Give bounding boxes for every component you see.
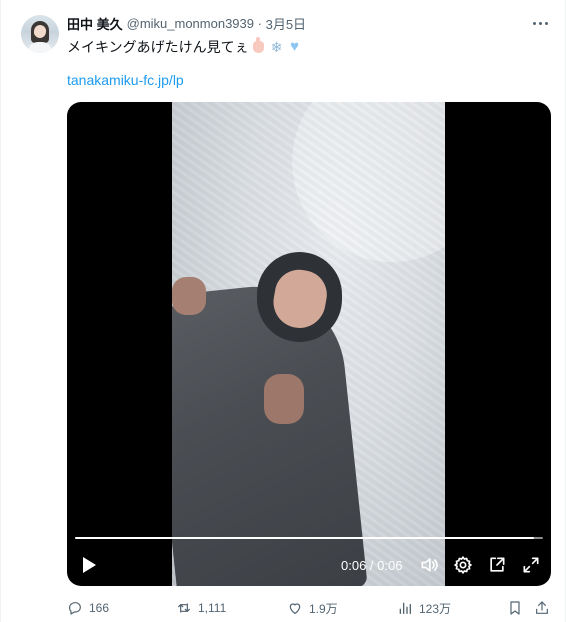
share-button[interactable] — [534, 598, 550, 618]
heart-icon — [289, 603, 301, 614]
video-progress-fill — [75, 537, 534, 539]
fullscreen-icon[interactable] — [519, 552, 543, 578]
video-player[interactable]: 0:06 / 0:06 — [67, 102, 551, 586]
fc-link[interactable]: tanakamiku-fc.jp/lp — [67, 72, 184, 88]
video-frame — [172, 102, 445, 586]
play-icon[interactable] — [77, 552, 101, 578]
share-icon — [536, 601, 548, 614]
bookmark-icon — [510, 601, 520, 615]
views-button[interactable]: 123万 — [397, 598, 451, 618]
analytics-icon — [399, 602, 411, 614]
retweet-count: 1,111 — [198, 601, 227, 615]
reply-button[interactable]: 166 — [67, 598, 109, 618]
video-time: 0:06 / 0:06 — [341, 557, 403, 573]
video-progress-bar[interactable] — [75, 537, 543, 539]
avatar[interactable] — [21, 15, 59, 53]
settings-icon[interactable] — [451, 552, 475, 578]
like-button[interactable]: 1.9万 — [287, 598, 338, 618]
pointing-down-hand-icon — [251, 37, 267, 55]
reply-icon — [69, 602, 81, 615]
separator: · — [257, 15, 262, 31]
reply-count: 166 — [89, 601, 110, 615]
volume-icon[interactable] — [417, 552, 441, 578]
light-blue-heart-icon: ♥ — [290, 38, 300, 55]
author-name[interactable]: 田中 美久 — [67, 14, 123, 33]
retweet-button[interactable]: 1,111 — [176, 598, 226, 618]
picture-in-picture-icon[interactable] — [485, 552, 509, 578]
more-options-icon[interactable] — [531, 16, 549, 30]
tweet-actions: 166 1,111 1.9万 123万 — [67, 598, 551, 618]
bookmark-button[interactable] — [507, 598, 523, 618]
tweet-date[interactable]: 3月5日 — [266, 14, 306, 33]
like-count: 1.9万 — [309, 601, 338, 616]
tweet-text: メイキングあげたけん見てぇ — [67, 39, 249, 55]
views-count: 123万 — [419, 601, 452, 616]
tweet-body: メイキングあげたけん見てぇ ❄ ♥ — [67, 37, 303, 57]
tweet-card: 田中 美久 @miku_monmon3939 · 3月5日 メイキングあげたけん… — [0, 0, 566, 622]
retweet-icon — [178, 603, 190, 613]
tweet-header: 田中 美久 @miku_monmon3939 · 3月5日 — [67, 14, 306, 32]
avatar-body — [28, 42, 52, 53]
author-handle[interactable]: @miku_monmon3939 — [127, 16, 254, 31]
snowflake-icon: ❄ — [270, 39, 283, 55]
